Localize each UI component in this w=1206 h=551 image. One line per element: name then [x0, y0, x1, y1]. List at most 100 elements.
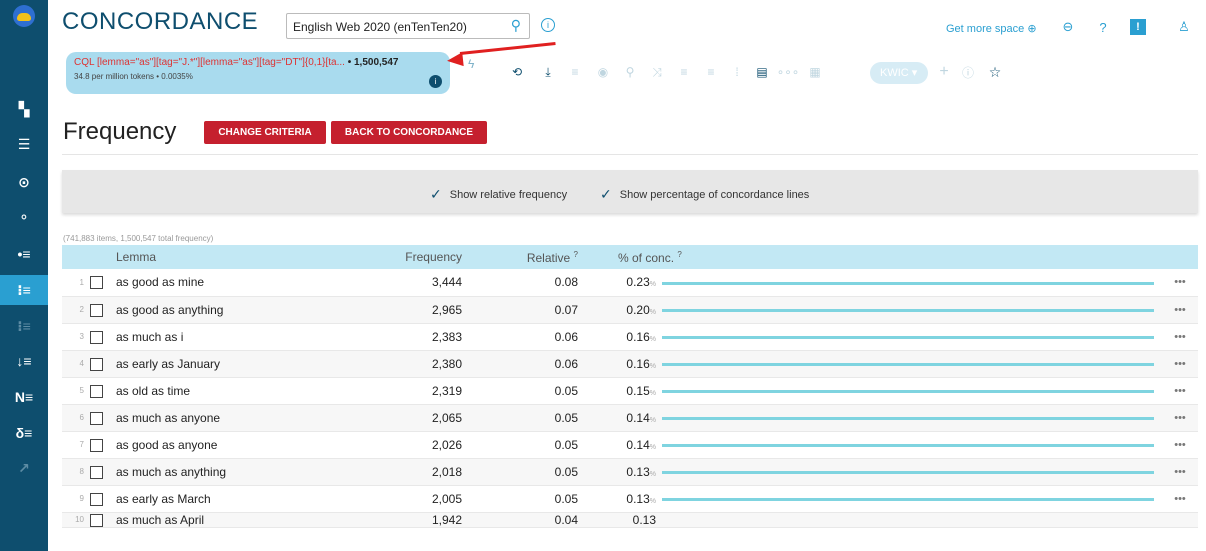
row-checkbox[interactable] [90, 357, 103, 371]
pct-value: 0.14 [626, 410, 650, 425]
frequency-cell[interactable]: 2,005 [316, 485, 462, 512]
dashboard-icon[interactable]: ▚ [12, 97, 36, 121]
row-checkbox[interactable] [90, 513, 103, 527]
row-checkbox[interactable] [90, 276, 103, 290]
sort-icon-toolbar[interactable]: ≡ [676, 64, 692, 80]
row-checkbox[interactable] [90, 438, 103, 452]
filter-icon[interactable]: ⚲ [622, 64, 638, 80]
help-icon[interactable]: ? [574, 250, 578, 259]
help-icon[interactable]: ? [1095, 19, 1111, 35]
search-icon[interactable]: ⚲ [511, 17, 521, 34]
link-icon[interactable]: ⊖ [1060, 19, 1076, 35]
ngrams-icon[interactable]: N≡ [12, 385, 36, 409]
visibility-icon[interactable]: ◉ [595, 64, 611, 80]
row-menu-icon[interactable]: ••• [1162, 350, 1198, 377]
collocations-icon[interactable]: ⁝≡ [12, 314, 36, 338]
relative-cell: 0.05 [554, 464, 578, 479]
row-menu-icon[interactable]: ••• [1162, 431, 1198, 458]
row-checkbox[interactable] [90, 465, 103, 479]
filter-lines-icon[interactable]: ≡ [703, 64, 719, 80]
row-menu-icon[interactable]: ••• [1162, 269, 1198, 296]
collocation-tool-icon[interactable]: ∘∘∘ [777, 64, 800, 80]
info-icon[interactable]: ⓘ [960, 64, 976, 80]
table-row[interactable]: 10 as much as April 1,942 0.04 0.13 [62, 512, 1198, 528]
shuffle-icon[interactable]: ⤨ [649, 64, 665, 80]
feedback-icon[interactable]: ! [1130, 19, 1146, 35]
trends-icon[interactable]: ↗ [12, 456, 36, 480]
row-menu-icon[interactable]: ••• [1162, 485, 1198, 512]
kwic-view-toggle[interactable]: KWIC ▾ [870, 62, 928, 84]
user-icon[interactable]: ♙ [1176, 19, 1192, 35]
frequency-cell[interactable]: 2,026 [316, 431, 462, 458]
show-relative-option[interactable]: ✓ Show relative frequency [430, 185, 567, 202]
table-row[interactable]: 7 as good as anyone 2,026 0.05 0.14% ••• [62, 431, 1198, 458]
gdex-icon[interactable]: ⁞ [729, 64, 745, 80]
lemma-cell[interactable]: as early as January [116, 350, 316, 377]
help-icon[interactable]: ? [677, 250, 681, 259]
frequency-icon[interactable]: ⁝≡ [0, 275, 48, 305]
frequency-cell[interactable]: 2,965 [316, 296, 462, 323]
target-icon[interactable]: ⊙ [12, 170, 36, 194]
row-checkbox[interactable] [90, 303, 103, 317]
table-row[interactable]: 3 as much as i 2,383 0.06 0.16% ••• [62, 323, 1198, 350]
row-checkbox[interactable] [90, 330, 103, 344]
concordance-list-icon[interactable]: ☰ [12, 132, 36, 156]
table-row[interactable]: 4 as early as January 2,380 0.06 0.16% ••• [62, 350, 1198, 377]
frequency-cell[interactable]: 3,444 [316, 269, 462, 296]
get-more-space-link[interactable]: Get more space ⊕ [946, 22, 1037, 35]
visualize-icon[interactable]: ▦ [807, 64, 823, 80]
lemma-cell[interactable]: as much as anyone [116, 404, 316, 431]
table-row[interactable]: 6 as much as anyone 2,065 0.05 0.14% ••• [62, 404, 1198, 431]
table-row[interactable]: 1 as good as mine 3,444 0.08 0.23% ••• [62, 269, 1198, 296]
lemma-cell[interactable]: as much as i [116, 323, 316, 350]
lemma-cell[interactable]: as much as April [116, 512, 316, 527]
frequency-cell[interactable]: 1,942 [316, 512, 462, 527]
table-row[interactable]: 8 as much as anything 2,018 0.05 0.13% ••• [62, 458, 1198, 485]
frequency-cell[interactable]: 2,065 [316, 404, 462, 431]
table-row[interactable]: 9 as early as March 2,005 0.05 0.13% ••• [62, 485, 1198, 512]
lemma-cell[interactable]: as good as anything [116, 296, 316, 323]
pct-unit: % [649, 281, 656, 289]
show-percentage-option[interactable]: ✓ Show percentage of concordance lines [600, 185, 809, 202]
corpus-info-icon[interactable]: i [541, 18, 555, 32]
frequency-tool-icon[interactable]: ▤ [754, 64, 770, 80]
search-refine-icon[interactable]: ⟲ [509, 64, 525, 80]
frequency-cell[interactable]: 2,319 [316, 377, 462, 404]
view-options-icon[interactable]: ≡ [567, 64, 583, 80]
thesaurus-icon[interactable]: δ≡ [12, 421, 36, 445]
lemma-cell[interactable]: as old as time [116, 377, 316, 404]
row-menu-icon[interactable]: ••• [1162, 377, 1198, 404]
lemma-cell[interactable]: as good as anyone [116, 431, 316, 458]
keywords-icon[interactable]: ⚬ [12, 205, 36, 229]
query-info-icon[interactable]: i [429, 75, 442, 88]
query-chip[interactable]: CQL [lemma="as"][tag="J.*"][lemma="as"][… [66, 52, 450, 94]
change-criteria-button[interactable]: CHANGE CRITERIA [204, 121, 326, 144]
download-icon[interactable]: ⤓ [540, 64, 556, 80]
table-row[interactable]: 2 as good as anything 2,965 0.07 0.20% ••• [62, 296, 1198, 323]
header-lemma[interactable]: Lemma [116, 245, 316, 269]
lemma-cell[interactable]: as much as anything [116, 458, 316, 485]
add-icon[interactable]: + [936, 63, 952, 80]
row-menu-icon[interactable]: ••• [1162, 458, 1198, 485]
frequency-cell[interactable]: 2,018 [316, 458, 462, 485]
wordlist-icon[interactable]: •≡ [12, 242, 36, 266]
row-checkbox[interactable] [90, 411, 103, 425]
frequency-cell[interactable]: 2,383 [316, 323, 462, 350]
lemma-cell[interactable]: as early as March [116, 485, 316, 512]
header-relative[interactable]: Relative ? [462, 245, 578, 269]
sketch-engine-logo[interactable] [13, 5, 35, 27]
row-checkbox[interactable] [90, 384, 103, 398]
sort-icon[interactable]: ↓≡ [12, 349, 36, 373]
table-row[interactable]: 5 as old as time 2,319 0.05 0.15% ••• [62, 377, 1198, 404]
favorite-star-icon[interactable]: ☆ [987, 64, 1003, 80]
row-menu-icon[interactable]: ••• [1162, 404, 1198, 431]
header-frequency[interactable]: Frequency [316, 245, 462, 269]
lemma-cell[interactable]: as good as mine [116, 269, 316, 296]
row-checkbox[interactable] [90, 492, 103, 506]
header-pct[interactable]: % of conc. ? [578, 245, 1162, 269]
row-menu-icon[interactable]: ••• [1162, 296, 1198, 323]
frequency-cell[interactable]: 2,380 [316, 350, 462, 377]
row-menu-icon[interactable]: ••• [1162, 323, 1198, 350]
corpus-selector[interactable]: English Web 2020 (enTenTen20) ⚲ [286, 13, 530, 39]
back-to-concordance-button[interactable]: BACK TO CONCORDANCE [331, 121, 487, 144]
